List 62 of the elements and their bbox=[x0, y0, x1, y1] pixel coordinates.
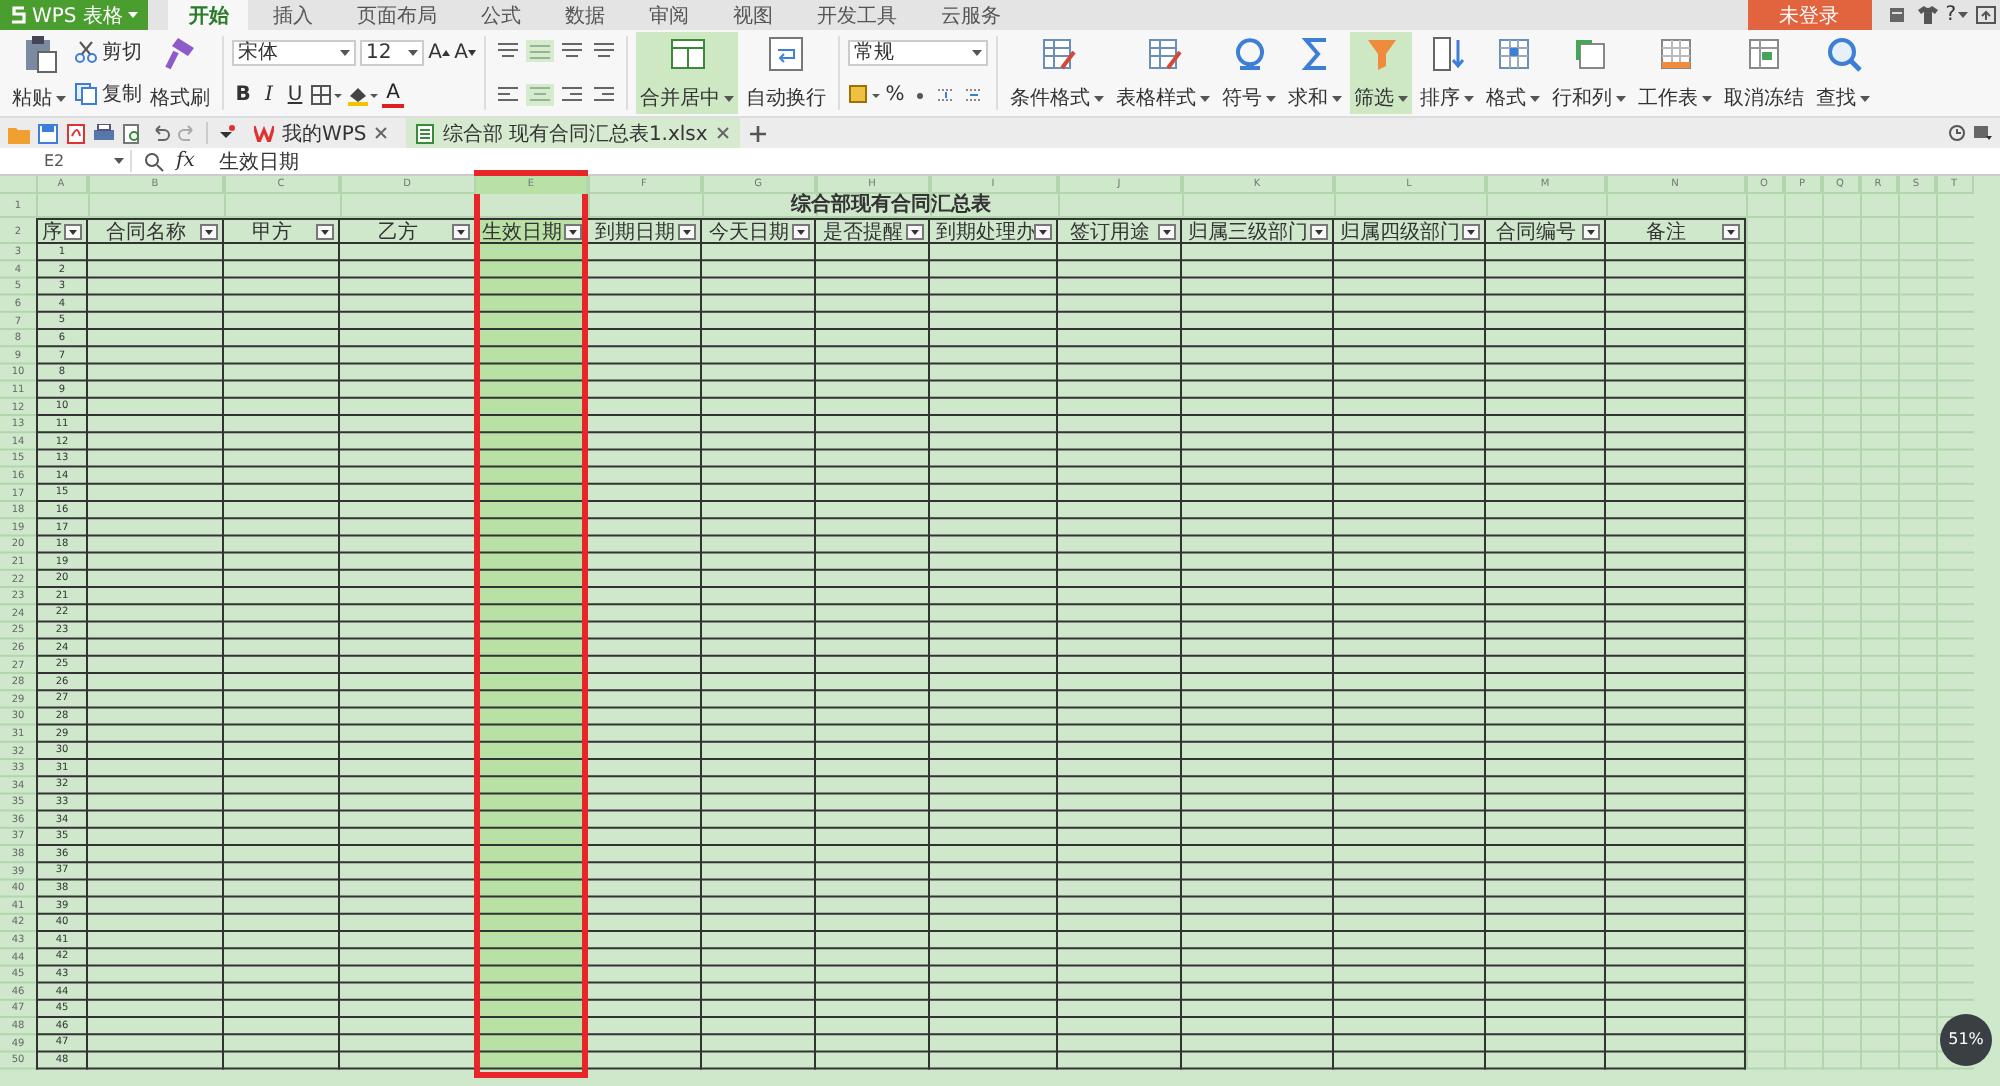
table-header: 到期日期 bbox=[594, 219, 676, 245]
font-color-button[interactable]: A bbox=[382, 83, 404, 107]
italic-button[interactable]: I bbox=[258, 83, 280, 107]
underline-button[interactable]: U bbox=[284, 83, 306, 107]
format-button[interactable]: 格式 bbox=[1482, 32, 1544, 114]
table-header: 甲方 bbox=[250, 219, 294, 245]
table-header: 备注 bbox=[1644, 219, 1688, 245]
sort-button[interactable]: 排序 bbox=[1416, 32, 1478, 114]
sheet-title: 综合部现有合同汇总表 bbox=[789, 194, 993, 218]
document-tab-label: 我的WPS bbox=[282, 121, 367, 147]
menu-tab[interactable]: 公式 bbox=[460, 0, 541, 30]
filter-button[interactable]: 筛选 bbox=[1350, 32, 1412, 114]
bold-button[interactable]: B bbox=[232, 83, 254, 107]
table-header: 序 bbox=[42, 219, 62, 245]
table-header: 合同名称 bbox=[104, 219, 188, 245]
app-menu-button[interactable]: WPS 表格 bbox=[0, 0, 149, 30]
menu-tab[interactable]: 视图 bbox=[712, 0, 793, 30]
percent-button[interactable]: % bbox=[884, 83, 906, 107]
font-name-select[interactable]: 宋体 bbox=[232, 39, 356, 65]
wrap-text-button[interactable]: 自动换行 bbox=[742, 32, 830, 114]
function-label[interactable]: fx bbox=[176, 150, 195, 172]
speed-badge: 51% bbox=[1940, 1013, 1992, 1065]
table-header: 生效日期 bbox=[482, 219, 562, 245]
table-header: 合同编号 bbox=[1494, 219, 1578, 245]
menu-tab[interactable]: 开发工具 bbox=[796, 0, 917, 30]
table-header: 今天日期 bbox=[708, 219, 790, 245]
copy-button[interactable]: 复制 bbox=[74, 79, 142, 108]
table-header: 到期处理办 bbox=[936, 219, 1032, 245]
login-button[interactable]: 未登录 bbox=[1747, 0, 1872, 30]
table-header: 归属三级部门 bbox=[1188, 219, 1308, 245]
document-tab-label: 综合部 现有合同汇总表1.xlsx bbox=[442, 121, 708, 147]
conditional-button[interactable]: 条件格式 bbox=[1006, 32, 1108, 114]
table-header: 乙方 bbox=[376, 219, 420, 245]
merge-center-button[interactable]: 合并居中 bbox=[636, 32, 738, 114]
symbol-button[interactable]: 符号 bbox=[1218, 32, 1280, 114]
help-button[interactable]: ? bbox=[1945, 4, 1968, 26]
menu-tab[interactable]: 开始 bbox=[168, 0, 249, 30]
cut-button[interactable]: 剪切 bbox=[74, 38, 142, 67]
paste-button[interactable]: 粘贴 bbox=[8, 32, 70, 114]
unfreeze-button[interactable]: 取消冻结 bbox=[1720, 32, 1808, 114]
document-tab[interactable]: 我的WPS bbox=[244, 118, 399, 148]
sheet-button[interactable]: 工作表 bbox=[1634, 32, 1716, 114]
formula-field[interactable]: 生效日期 bbox=[206, 147, 2000, 175]
find-button[interactable]: 查找 bbox=[1812, 32, 1874, 114]
table-header: 签订用途 bbox=[1068, 219, 1152, 245]
table-header: 是否提醒 bbox=[822, 219, 904, 245]
table-style-button[interactable]: 表格样式 bbox=[1112, 32, 1214, 114]
shrink-font-button[interactable]: A bbox=[454, 40, 476, 64]
sum-button[interactable]: 求和 bbox=[1284, 32, 1346, 114]
menu-tab[interactable]: 数据 bbox=[544, 0, 625, 30]
menu-tab[interactable]: 审阅 bbox=[628, 0, 709, 30]
document-tab[interactable]: 综合部 现有合同汇总表1.xlsx bbox=[406, 118, 740, 148]
menu-tab[interactable]: 云服务 bbox=[920, 0, 1021, 30]
table-header: 归属四级部门 bbox=[1340, 219, 1460, 245]
number-format-select[interactable]: 常规 bbox=[848, 39, 988, 65]
menu-tab[interactable]: 插入 bbox=[252, 0, 333, 30]
font-size-select[interactable]: 12 bbox=[360, 39, 424, 65]
grow-font-button[interactable]: A bbox=[428, 40, 450, 64]
rows-cols-button[interactable]: 行和列 bbox=[1548, 32, 1630, 114]
format-painter-button[interactable]: 格式刷 bbox=[146, 32, 214, 114]
menu-tab[interactable]: 页面布局 bbox=[336, 0, 457, 30]
name-box[interactable]: E2 bbox=[4, 150, 132, 172]
